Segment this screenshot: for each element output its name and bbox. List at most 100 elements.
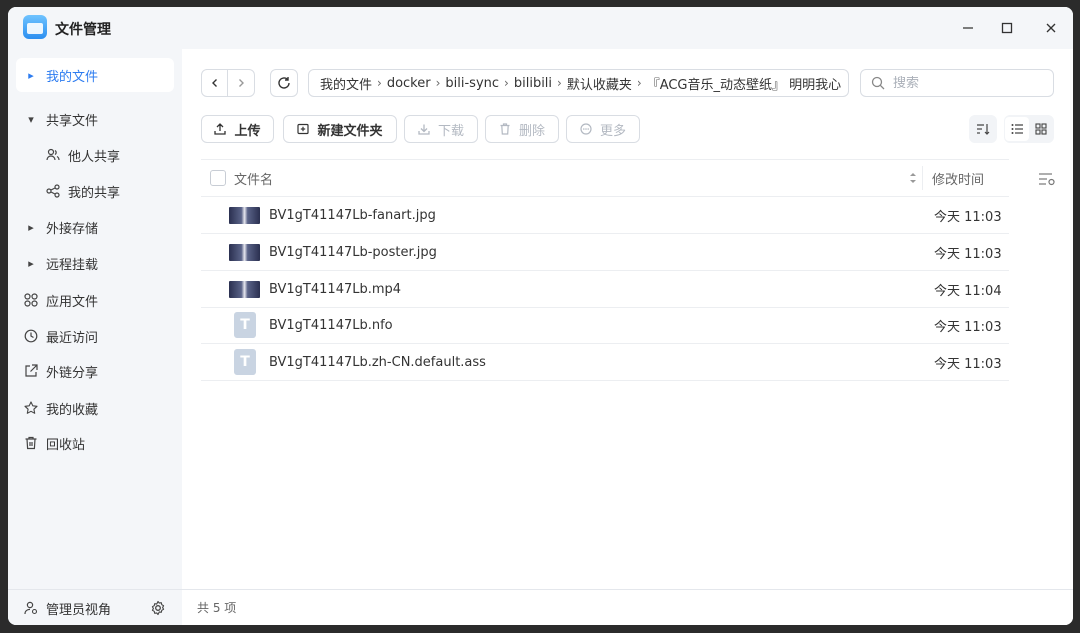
history-nav	[201, 69, 255, 97]
back-button[interactable]	[202, 70, 228, 96]
video-thumbnail	[229, 281, 260, 298]
view-toggle	[1004, 115, 1054, 143]
apps-grid-icon	[16, 293, 46, 307]
file-manager-window: 文件管理 ▸ 我的文件 ▾ 共享文件 他人共享 我的共享 ▸ 外接存储 ▸ 远程…	[8, 7, 1073, 625]
search-icon	[871, 76, 885, 90]
breadcrumb-separator-icon: ›	[377, 76, 382, 90]
breadcrumb-separator-icon: ›	[636, 76, 642, 90]
users-icon	[38, 148, 68, 162]
caret-right-icon: ▸	[28, 256, 34, 270]
upload-button[interactable]: 上传	[201, 115, 274, 143]
gear-icon	[151, 600, 165, 616]
sidebar: ▸ 我的文件 ▾ 共享文件 他人共享 我的共享 ▸ 外接存储 ▸ 远程挂载 应用…	[8, 49, 182, 625]
admin-view-toggle[interactable]: 管理员视角	[16, 590, 111, 625]
maximize-button[interactable]	[996, 17, 1018, 39]
more-button[interactable]: 更多	[566, 115, 640, 143]
download-label: 下载	[437, 123, 464, 139]
minimize-button[interactable]	[957, 17, 979, 39]
status-bar: 共 5 项	[182, 589, 1073, 625]
sidebar-item-label: 外接存储	[46, 221, 99, 237]
upload-label: 上传	[234, 123, 261, 139]
new-folder-button[interactable]: 新建文件夹	[283, 115, 397, 143]
text-file-icon: T	[234, 312, 256, 338]
sidebar-item-label: 远程挂载	[46, 257, 99, 273]
sidebar-item-favorites[interactable]: 我的收藏	[16, 391, 174, 425]
column-divider	[922, 166, 923, 190]
caret-down-icon: ▾	[28, 112, 34, 126]
breadcrumb-item[interactable]: bilibili	[514, 76, 552, 91]
sidebar-item-shared-with-me[interactable]: 他人共享	[38, 138, 174, 172]
caret-right-icon: ▸	[28, 220, 34, 234]
column-header-modified[interactable]: 修改时间	[932, 169, 984, 188]
table-row[interactable]: T BV1gT41147Lb.nfo 今天 11:03	[201, 307, 1009, 344]
admin-user-icon	[16, 601, 46, 615]
sidebar-item-label: 回收站	[46, 437, 86, 453]
upload-icon	[214, 123, 227, 135]
breadcrumb-item-current[interactable]: 『ACG音乐_动态壁纸』 明明我心	[647, 74, 841, 93]
sidebar-item-app-files[interactable]: 应用文件	[16, 283, 174, 317]
search-input[interactable]	[893, 75, 1043, 91]
maximize-icon	[1001, 22, 1013, 34]
delete-button[interactable]: 删除	[485, 115, 559, 143]
table-row[interactable]: T BV1gT41147Lb.zh-CN.default.ass 今天 11:0…	[201, 344, 1009, 381]
sidebar-item-shared-files[interactable]: ▾ 共享文件	[16, 102, 174, 136]
download-button[interactable]: 下载	[404, 115, 478, 143]
column-settings-icon	[1039, 173, 1055, 186]
sort-toggle-icon[interactable]	[908, 171, 918, 185]
sidebar-item-label: 他人共享	[68, 149, 121, 165]
sidebar-item-label: 我的共享	[68, 185, 121, 201]
grid-view-button[interactable]	[1029, 117, 1053, 141]
sidebar-footer: 管理员视角	[8, 589, 182, 625]
file-modified: 今天 11:03	[934, 209, 1002, 225]
chevron-left-icon	[211, 79, 217, 87]
breadcrumb-separator-icon: ›	[557, 76, 562, 90]
main-panel: 我的文件 › docker › bili-sync › bilibili › 默…	[182, 49, 1073, 625]
chevron-right-icon	[239, 79, 244, 87]
sidebar-item-label: 我的收藏	[46, 402, 99, 418]
table-row[interactable]: BV1gT41147Lb-poster.jpg 今天 11:03	[201, 234, 1009, 271]
breadcrumb: 我的文件 › docker › bili-sync › bilibili › 默…	[308, 69, 849, 97]
minimize-icon	[963, 27, 973, 29]
refresh-button[interactable]	[270, 69, 298, 97]
breadcrumb-separator-icon: ›	[435, 76, 441, 90]
close-button[interactable]	[1040, 17, 1062, 39]
image-thumbnail	[229, 244, 260, 261]
table-row[interactable]: BV1gT41147Lb-fanart.jpg 今天 11:03	[201, 197, 1009, 234]
breadcrumb-item[interactable]: bili-sync	[445, 76, 499, 91]
sidebar-item-my-shares[interactable]: 我的共享	[38, 174, 174, 208]
app-title: 文件管理	[55, 22, 111, 38]
trash-icon	[16, 436, 46, 450]
new-folder-label: 新建文件夹	[317, 123, 383, 139]
settings-button[interactable]	[150, 600, 166, 616]
admin-view-label: 管理员视角	[46, 602, 112, 618]
clock-icon	[16, 329, 46, 343]
select-all-checkbox[interactable]	[210, 170, 226, 186]
sidebar-item-recent[interactable]: 最近访问	[16, 319, 174, 353]
delete-label: 删除	[518, 123, 545, 139]
file-name: BV1gT41147Lb.mp4	[269, 281, 402, 297]
column-header-name[interactable]: 文件名	[234, 169, 273, 188]
close-icon	[1046, 23, 1056, 33]
breadcrumb-item[interactable]: 默认收藏夹	[567, 74, 632, 93]
list-view-icon	[1011, 124, 1023, 134]
sidebar-item-link-share[interactable]: 外链分享	[16, 354, 174, 388]
text-file-icon: T	[234, 349, 256, 375]
sidebar-item-my-files[interactable]: ▸ 我的文件	[16, 58, 174, 92]
search-box	[860, 69, 1054, 97]
breadcrumb-item[interactable]: docker	[387, 76, 431, 91]
breadcrumb-item[interactable]: 我的文件	[320, 74, 372, 93]
sort-button[interactable]	[969, 115, 997, 143]
file-modified: 今天 11:03	[934, 246, 1002, 262]
sidebar-item-remote-mount[interactable]: ▸ 远程挂载	[16, 246, 174, 280]
table-row[interactable]: BV1gT41147Lb.mp4 今天 11:04	[201, 271, 1009, 308]
forward-button[interactable]	[228, 70, 254, 96]
download-icon	[418, 124, 430, 135]
app-icon	[23, 15, 47, 39]
sidebar-item-external-storage[interactable]: ▸ 外接存储	[16, 210, 174, 244]
column-settings-button[interactable]	[1038, 171, 1056, 191]
file-name: BV1gT41147Lb-fanart.jpg	[269, 207, 436, 223]
sidebar-item-recycle-bin[interactable]: 回收站	[16, 426, 174, 460]
breadcrumb-separator-icon: ›	[504, 76, 509, 90]
list-view-button[interactable]	[1005, 117, 1029, 141]
file-modified: 今天 11:03	[934, 319, 1002, 335]
